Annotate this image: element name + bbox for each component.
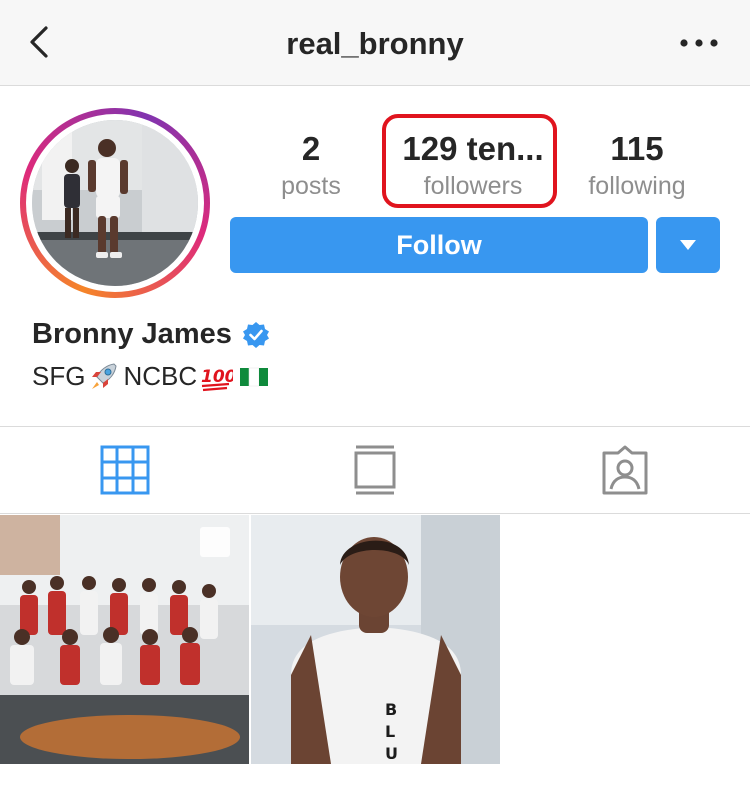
posts-label: posts [281, 172, 341, 200]
avatar [32, 120, 198, 286]
top-nav-bar: real_bronny [0, 0, 750, 86]
svg-text:U: U [385, 744, 398, 763]
posts-count: 2 [301, 130, 321, 167]
chevron-down-icon [680, 240, 696, 250]
rocket-emoji-icon [92, 363, 117, 389]
feed-icon[interactable] [350, 445, 400, 495]
nigeria-flag-emoji-icon [240, 367, 269, 387]
grid-icon[interactable] [100, 445, 150, 495]
bio-text-sfg: SFG [32, 360, 86, 391]
bio-text-ncbc: NCBC [123, 360, 198, 391]
post-thumbnail-portrait[interactable]: B L U [251, 515, 500, 764]
tagged-icon[interactable] [600, 445, 650, 495]
followers-highlight-box [382, 114, 557, 208]
profile-username-title: real_bronny [286, 26, 464, 61]
following-count: 115 [610, 130, 664, 167]
ellipsis-icon[interactable] [674, 28, 724, 58]
hundred-points-emoji-icon: 100 [201, 367, 233, 392]
profile-name-row: Bronny James [32, 318, 270, 351]
profile-bio: SFG NCBC 100 [32, 360, 273, 392]
svg-text:L: L [385, 722, 395, 741]
verified-badge-icon [242, 321, 269, 348]
post-thumbnail-team[interactable] [0, 515, 249, 764]
display-name: Bronny James [32, 318, 232, 350]
profile-tab-bar [0, 426, 750, 514]
avatar-story-ring[interactable] [20, 108, 210, 298]
stat-following[interactable]: 115 following [562, 130, 712, 202]
stat-posts: 2 posts [236, 130, 386, 202]
following-label: following [588, 172, 686, 200]
suggestions-dropdown-button[interactable] [656, 217, 720, 273]
svg-text:B: B [385, 700, 397, 719]
follow-button[interactable]: Follow [230, 217, 648, 273]
